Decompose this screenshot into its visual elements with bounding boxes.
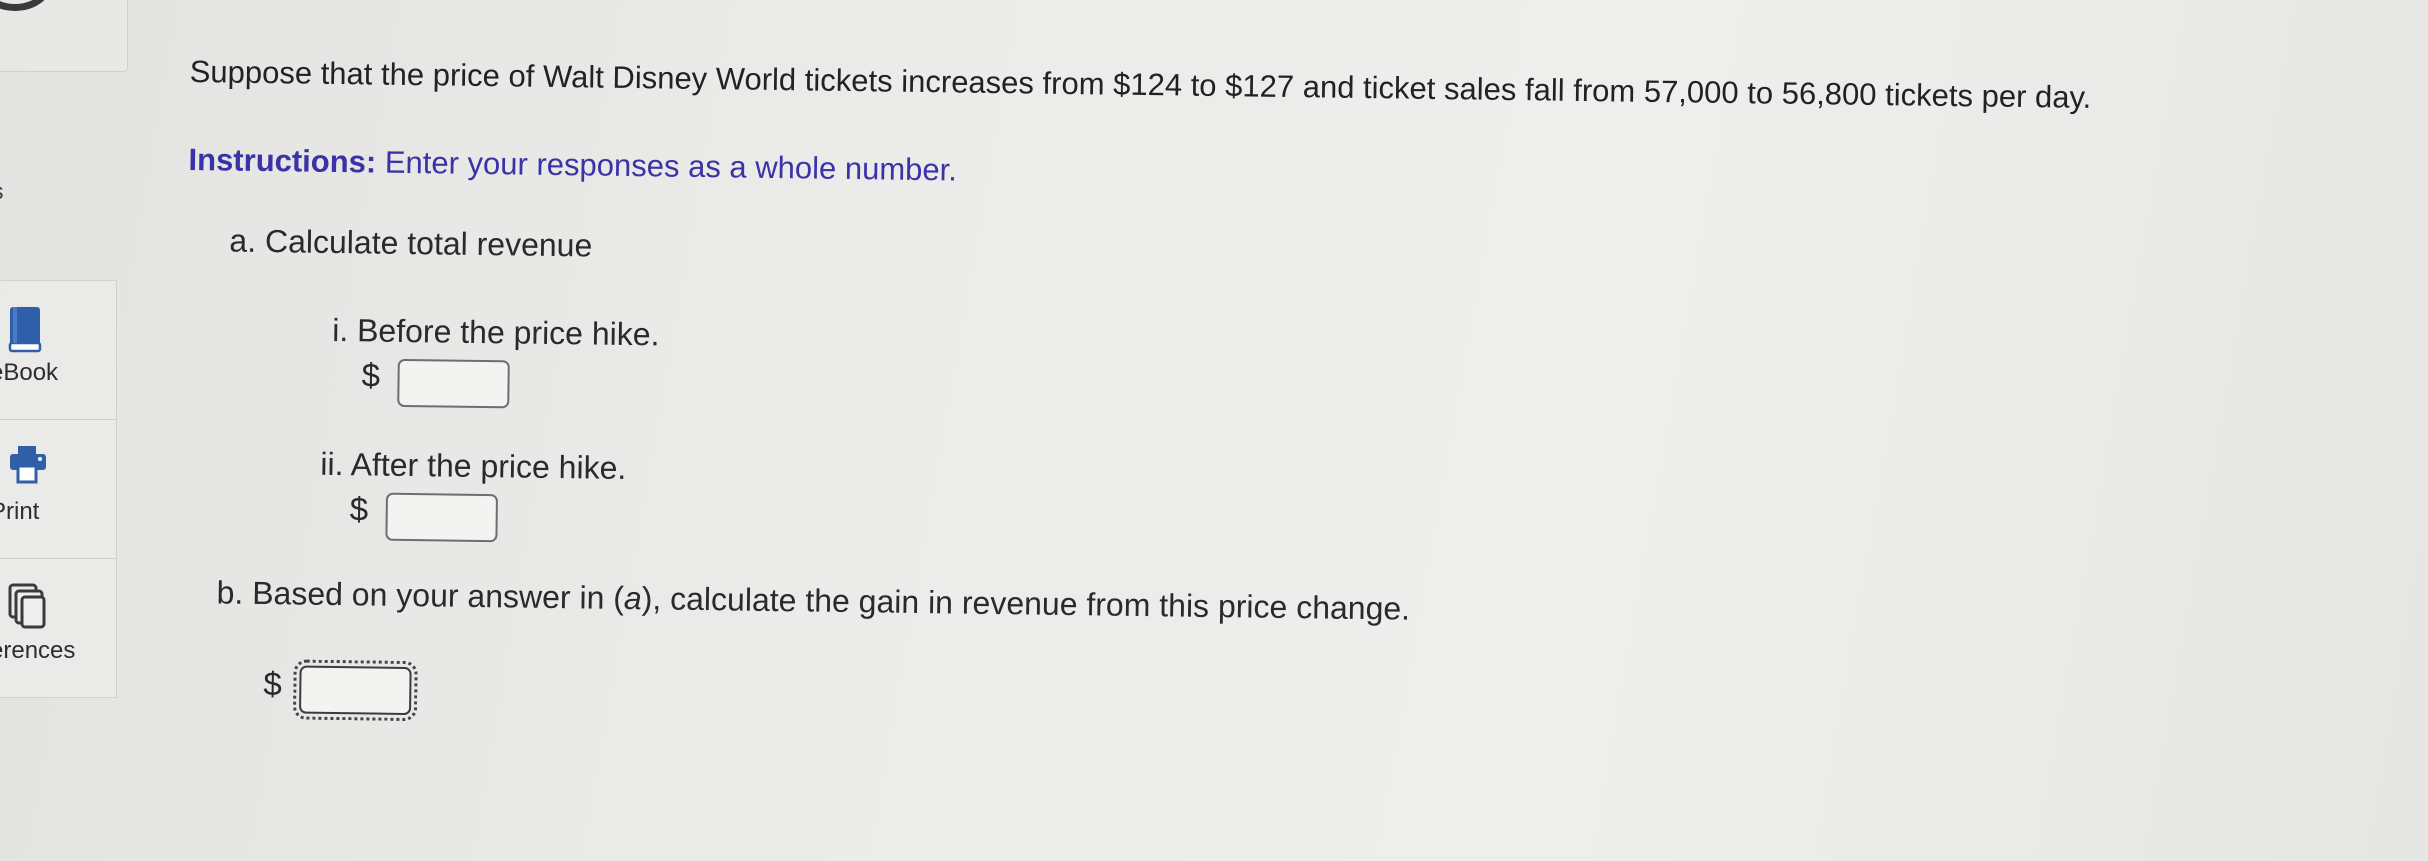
after-price-hike-input[interactable] [385,492,499,543]
record-icon[interactable] [0,0,53,11]
instructions: Instructions: Enter your responses as a … [188,142,957,188]
instructions-text: Enter your responses as a whole number. [376,144,958,188]
sidebar-item-label: eBook [0,359,59,386]
currency-symbol: $ [361,356,381,394]
instructions-heading: Instructions: [188,141,377,180]
question-content: Suppose that the price of Walt Disney Wo… [188,52,2270,722]
currency-symbol: $ [263,665,283,703]
part-b-text: b. Based on your answer in ( [216,574,625,616]
part-a-i-label: i. Before the price hike. [331,311,660,353]
before-price-hike-input[interactable] [397,358,510,409]
question-intro: Suppose that the price of Walt Disney Wo… [189,53,2092,115]
sidebar-item-print[interactable]: Print [0,420,116,559]
sidebar-item-label: erences [0,637,76,664]
part-a-label: a. Calculate total revenue [229,222,593,264]
currency-symbol: $ [349,490,369,528]
part-b-label: b. Based on your answer in (a), calculat… [216,574,1410,627]
part-b-text-end: ), calculate the gain in revenue from th… [641,580,1411,627]
sidebar-top-panel [0,0,128,72]
sidebar-item-ebook[interactable]: eBook [0,281,116,420]
sidebar-item-label: Print [0,498,40,525]
part-b-ref: a [623,579,642,617]
book-icon [8,305,42,358]
references-icon [8,583,48,636]
sidebar-tools: eBook Print erences [0,280,117,698]
sidebar-section-label: s [0,178,4,205]
printer-icon [8,444,48,491]
revenue-gain-input[interactable] [292,659,418,722]
sidebar-item-references[interactable]: erences [0,559,116,697]
part-a-ii-label: ii. After the price hike. [320,445,627,486]
